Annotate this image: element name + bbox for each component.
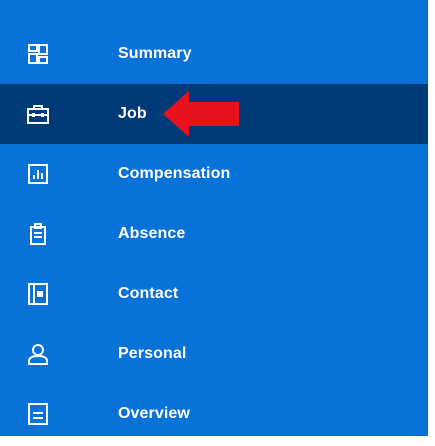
sidebar-item-personal[interactable]: Personal [0, 324, 428, 384]
sidebar-item-label: Job [118, 105, 147, 122]
red-arrow-left-icon [163, 91, 239, 137]
sidebar-item-label: Compensation [118, 165, 231, 182]
grid-icon [26, 42, 50, 66]
sidebar-item-label: Personal [118, 345, 187, 362]
document-icon [26, 402, 50, 426]
sidebar-item-overview[interactable]: Overview [0, 384, 428, 444]
sidebar-item-contact[interactable]: Contact [0, 264, 428, 324]
briefcase-icon [26, 102, 50, 126]
clipboard-icon [26, 222, 50, 246]
sidebar-item-job[interactable]: Job [0, 84, 428, 144]
sidebar-item-compensation[interactable]: Compensation [0, 144, 428, 204]
person-icon [26, 342, 50, 366]
contact-book-icon [26, 282, 50, 306]
sidebar-item-label: Contact [118, 285, 179, 302]
sidebar-item-absence[interactable]: Absence [0, 204, 428, 264]
bar-chart-icon [26, 162, 50, 186]
worker-profile-sidebar: Summary Job Compensation Absence Contact… [0, 0, 428, 436]
sidebar-item-label: Absence [118, 225, 186, 242]
sidebar-item-label: Summary [118, 45, 192, 62]
sidebar-item-label: Overview [118, 405, 190, 422]
sidebar-item-summary[interactable]: Summary [0, 24, 428, 84]
